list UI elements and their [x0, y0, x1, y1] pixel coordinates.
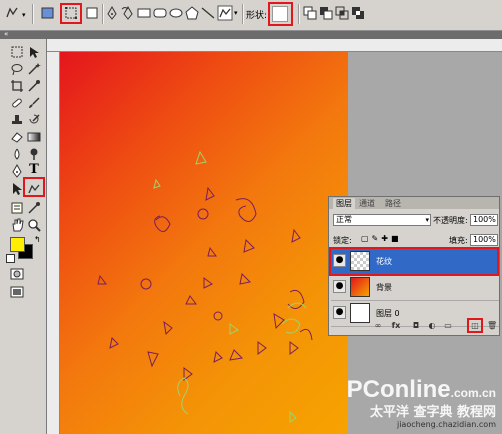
- watermark-brand-suffix: .com.cn: [450, 386, 496, 400]
- group-icon[interactable]: ▭: [443, 321, 453, 331]
- clone-stamp-icon[interactable]: [10, 113, 24, 127]
- shape-picker-highlight: [268, 2, 293, 26]
- fx-icon[interactable]: fx: [391, 321, 401, 331]
- polygon-icon[interactable]: [184, 5, 200, 21]
- path-selection-icon[interactable]: [10, 182, 24, 196]
- eye-icon[interactable]: ●: [333, 306, 346, 319]
- link-icon[interactable]: ∞: [373, 321, 383, 331]
- dodge-icon[interactable]: [27, 147, 41, 161]
- fill-pixels-icon[interactable]: [84, 5, 100, 21]
- history-brush-icon[interactable]: [27, 113, 41, 127]
- chevron-down-icon[interactable]: ▾: [22, 11, 26, 19]
- type-icon[interactable]: T: [27, 163, 41, 177]
- layers-panel: 图层 通道 路径 正常 ▾ 不透明度: 100% 锁定: ▢✎✚■ 填充: 10…: [328, 196, 500, 336]
- separator: [32, 4, 34, 24]
- floral-shape-paths: [97, 150, 313, 423]
- healing-brush-icon[interactable]: [10, 96, 24, 110]
- selected-layer-highlight: [329, 247, 499, 276]
- chevron-down-icon: ▾: [425, 216, 429, 224]
- layer-row-background[interactable]: ● 背景: [331, 275, 499, 301]
- standard-mode-icon[interactable]: [10, 267, 24, 281]
- shape-label: 形状:: [246, 11, 268, 21]
- layer-name: 背景: [376, 283, 392, 292]
- rounded-rectangle-icon[interactable]: [152, 5, 168, 21]
- fill-input[interactable]: 100%: [470, 234, 498, 246]
- custom-shape-tool-preset-icon[interactable]: [4, 5, 20, 21]
- mask-icon[interactable]: ◘: [411, 321, 421, 331]
- blur-icon[interactable]: [10, 147, 24, 161]
- ellipse-icon[interactable]: [168, 5, 184, 21]
- lock-icons[interactable]: ▢✎✚■: [361, 234, 402, 243]
- notes-icon[interactable]: [10, 201, 24, 215]
- intersect-icon[interactable]: [334, 5, 350, 21]
- eraser-icon[interactable]: [10, 130, 24, 144]
- foreground-color-swatch[interactable]: [10, 237, 25, 252]
- layer-thumbnail: [350, 303, 370, 323]
- shape-layers-icon[interactable]: [40, 5, 56, 21]
- fill-label: 填充:: [449, 236, 468, 245]
- pen-tool-icon[interactable]: [104, 5, 120, 21]
- lasso-icon[interactable]: [10, 62, 24, 76]
- adjustment-icon[interactable]: ◐: [427, 321, 437, 331]
- watermark: PConline.com.cn 太平洋 查字典 教程网 jiaocheng.ch…: [347, 378, 496, 430]
- tab-layers[interactable]: 图层: [333, 198, 355, 209]
- subtract-icon[interactable]: [318, 5, 334, 21]
- blend-mode-value: 正常: [336, 215, 352, 224]
- eyedropper-icon[interactable]: [27, 79, 41, 93]
- options-bar: ▾ ▾ 形状:: [0, 0, 502, 31]
- vertical-ruler: [47, 52, 60, 434]
- collapse-arrows-icon[interactable]: «: [4, 30, 8, 38]
- hand-icon[interactable]: [10, 218, 24, 232]
- chevron-down-icon[interactable]: ▾: [234, 9, 238, 17]
- blend-mode-select[interactable]: 正常 ▾: [333, 214, 431, 226]
- move-icon[interactable]: [27, 45, 41, 59]
- horizontal-ruler: [47, 39, 502, 52]
- lock-label: 锁定:: [333, 236, 352, 245]
- watermark-sub: 太平洋 查字典 教程网: [369, 405, 496, 420]
- eyedropper-small-icon[interactable]: [27, 201, 41, 215]
- tab-paths[interactable]: 路径: [385, 198, 401, 209]
- paths-mode-highlight: [60, 3, 82, 24]
- rectangle-icon[interactable]: [136, 5, 152, 21]
- opacity-label: 不透明度:: [433, 216, 468, 225]
- toolbox: T ↰: [0, 39, 47, 434]
- combine-icon[interactable]: [302, 5, 318, 21]
- custom-shape-tool-highlight: [23, 177, 45, 197]
- gradient-icon[interactable]: [27, 130, 41, 144]
- marquee-icon[interactable]: [10, 45, 24, 59]
- separator: [298, 4, 300, 24]
- tab-channels[interactable]: 通道: [359, 198, 375, 209]
- layer-thumbnail: [350, 277, 370, 297]
- pen-icon[interactable]: [10, 164, 24, 178]
- eye-icon[interactable]: ●: [333, 280, 346, 293]
- separator: [242, 4, 244, 24]
- new-layer-highlight: [467, 318, 483, 333]
- line-icon[interactable]: [200, 5, 216, 21]
- palette-well-strip: «: [0, 30, 502, 39]
- opacity-input[interactable]: 100%: [470, 214, 498, 226]
- document-canvas[interactable]: [60, 52, 348, 434]
- brush-icon[interactable]: [27, 96, 41, 110]
- swap-colors-icon[interactable]: ↰: [34, 235, 41, 244]
- exclude-icon[interactable]: [350, 5, 366, 21]
- crop-icon[interactable]: [10, 79, 24, 93]
- default-colors-icon[interactable]: [6, 254, 15, 263]
- pen-freeform-icon[interactable]: [120, 5, 136, 21]
- watermark-url: jiaocheng.chazidian.com: [396, 420, 496, 429]
- panel-tab-bar: 图层 通道 路径: [329, 197, 499, 209]
- layer-name: 图层 0: [376, 309, 400, 318]
- zoom-icon[interactable]: [27, 218, 41, 232]
- watermark-brand: PConline: [346, 376, 451, 403]
- custom-shape-icon[interactable]: [217, 5, 233, 21]
- magic-wand-icon[interactable]: [27, 62, 41, 76]
- trash-icon[interactable]: 🗑: [487, 321, 497, 331]
- screen-mode-icon[interactable]: [10, 285, 24, 299]
